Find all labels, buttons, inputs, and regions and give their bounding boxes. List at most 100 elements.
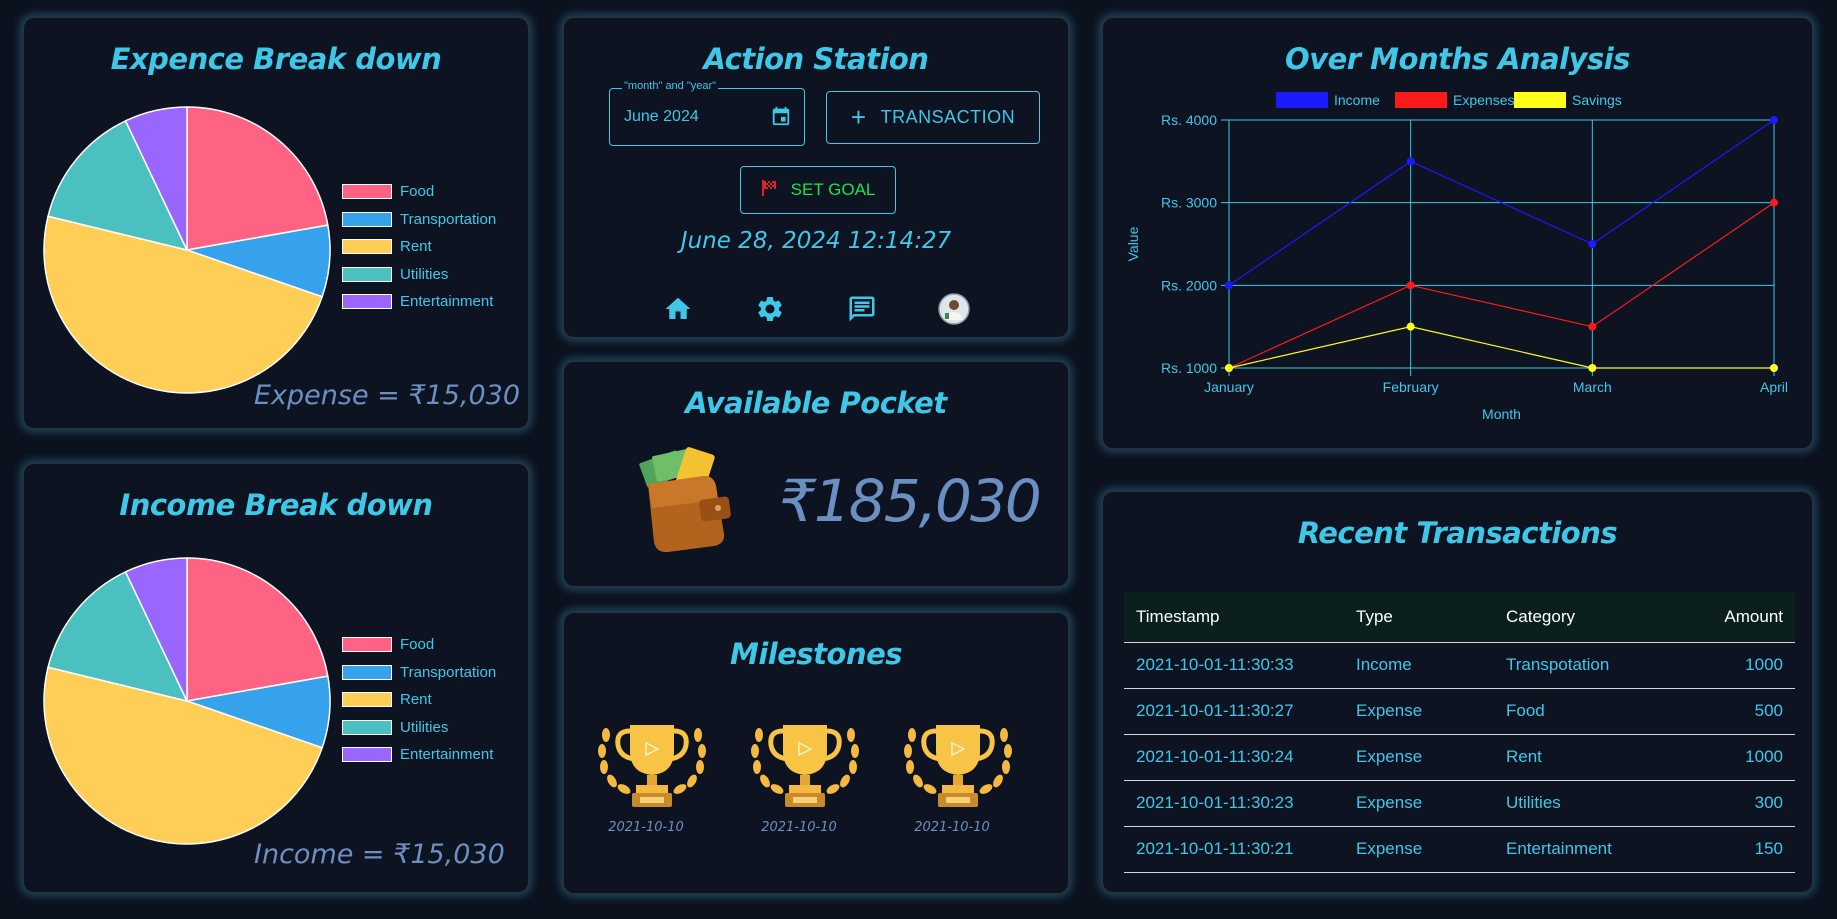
gear-icon[interactable] [754,293,786,325]
cell-timestamp: 2021-10-01-11:30:24 [1124,734,1344,781]
cell-amount: 150 [1674,826,1795,873]
current-datetime: June 28, 2024 12:14:27 [680,228,952,254]
table-row[interactable]: 2021-10-01-11:30:24 Expense Rent 1000 [1124,734,1795,781]
set-goal-label: SET GOAL [790,180,876,199]
cell-category: Food [1494,688,1674,735]
month-year-value: June 2024 [624,108,699,125]
cell-amount: 500 [1674,688,1795,735]
column-header[interactable]: Timestamp [1124,592,1344,643]
cell-timestamp: 2021-10-01-11:30:33 [1124,642,1344,689]
legend-utilities[interactable]: Utilities [342,266,448,283]
over-months-analysis-panel: Over Months Analysis Rs. 1000 Rs. 2000 Rs.… [1101,16,1814,450]
milestone-date: 2021-10-10 [914,820,990,835]
cell-category: Utilities [1494,780,1674,827]
legend-label: Food [400,636,435,653]
legend-label: Rent [400,238,432,255]
data-point-savings[interactable] [1406,322,1415,331]
series-line-savings [1228,326,1774,369]
data-point-income[interactable] [1406,157,1415,166]
table-row[interactable]: 2021-10-01-11:30:23 Expense Utilities 30… [1124,780,1795,827]
x-axis-title: Month [1482,406,1521,422]
legend-transportation[interactable]: Transportation [342,211,496,228]
data-point-savings[interactable] [1770,364,1778,372]
milestones-title: Milestones [729,637,903,671]
x-tick-label: February [1383,379,1439,395]
legend-label-expenses[interactable]: Expenses [1453,92,1514,108]
column-header[interactable]: Category [1494,592,1674,643]
legend-entertainment[interactable]: Entertainment [342,746,493,763]
legend-label-income[interactable]: Income [1334,92,1380,108]
legend-rent[interactable]: Rent [342,691,432,708]
cell-amount: 300 [1674,780,1795,827]
month-year-field[interactable]: "month" and "year" June 2024 [609,80,805,146]
data-point-income[interactable] [1225,281,1233,290]
cell-type: Expense [1344,826,1494,873]
column-header[interactable]: Type [1344,592,1494,643]
x-tick-label: January [1204,379,1254,395]
set-goal-button[interactable]: SET GOAL [740,166,896,214]
table-row[interactable]: 2021-10-01-11:30:21 Expense Entertainmen… [1124,826,1795,873]
expense-total: Expense = ₹15,030 [254,380,521,411]
data-point-expenses[interactable] [1588,322,1597,331]
y-tick-label: Rs. 2000 [1161,277,1217,293]
legend-entertainment[interactable]: Entertainment [342,293,493,310]
recent-transactions-title: Recent Transactions [1297,516,1618,550]
cell-type: Expense [1344,780,1494,827]
table-row[interactable]: 2021-10-01-11:30:33 Income Transpotation… [1124,642,1795,689]
expense-breakdown-panel: Expence Break down Food Transportation R… [22,16,530,430]
chat-icon[interactable] [846,293,878,325]
table-header-row: Timestamp Type Category Amount [1124,592,1795,643]
expense-pie-chart [43,106,331,394]
add-transaction-button[interactable]: + TRANSACTION [826,91,1040,144]
milestone-date: 2021-10-10 [608,820,684,835]
cell-timestamp: 2021-10-01-11:30:21 [1124,826,1344,873]
y-tick-label: Rs. 1000 [1161,360,1217,376]
available-pocket-title: Available Pocket [685,386,947,420]
data-point-savings[interactable] [1225,364,1233,372]
legend-label: Entertainment [400,746,494,763]
data-point-income[interactable] [1770,116,1778,124]
flag-icon [761,179,779,202]
cell-type: Income [1344,642,1494,689]
cell-amount: 1000 [1674,734,1795,781]
legend-swatch-savings[interactable] [1514,92,1566,108]
column-header[interactable]: Amount [1674,592,1795,643]
cell-timestamp: 2021-10-01-11:30:23 [1124,780,1344,827]
home-icon[interactable] [662,293,694,325]
legend-swatch-expenses[interactable] [1395,92,1447,108]
legend-label-savings[interactable]: Savings [1572,92,1622,108]
legend-utilities[interactable]: Utilities [342,719,448,736]
expense-breakdown-title: Expence Break down [110,42,442,76]
legend-label: Utilities [400,266,449,283]
legend-rent[interactable]: Rent [342,238,432,255]
x-tick-label: April [1760,379,1788,395]
income-pie-chart [43,557,331,845]
action-station-panel: Action Station "month" and "year" June 2… [562,16,1070,339]
calendar-icon[interactable] [770,105,792,131]
legend-label: Transportation [400,664,497,681]
avatar[interactable] [938,293,970,325]
data-point-expenses[interactable] [1770,198,1778,207]
legend-label: Utilities [400,719,449,736]
cell-type: Expense [1344,688,1494,735]
legend-transportation[interactable]: Transportation [342,664,496,681]
transaction-label: TRANSACTION [880,107,1016,127]
income-breakdown-title: Income Break down [119,488,433,522]
legend-food[interactable]: Food [342,183,434,200]
legend-food[interactable]: Food [342,636,434,653]
cell-timestamp: 2021-10-01-11:30:27 [1124,688,1344,735]
table-row[interactable]: 2021-10-01-11:30:27 Expense Food 500 [1124,688,1795,735]
data-point-income[interactable] [1588,240,1597,248]
plus-icon: + [850,102,867,132]
trophy-icon [592,715,712,819]
pocket-amount: ₹185,030 [779,467,1042,535]
legend-swatch-income[interactable] [1276,92,1328,108]
y-tick-label: Rs. 4000 [1161,112,1217,128]
transactions-table: Timestamp Type Category Amount 2021-10-0… [1124,592,1795,873]
cell-category: Rent [1494,734,1674,781]
month-year-field-label: "month" and "year" [622,80,719,92]
trophy-icon [745,715,865,819]
cell-category: Transpotation [1494,642,1674,689]
data-point-savings[interactable] [1588,364,1597,372]
data-point-expenses[interactable] [1406,281,1415,290]
